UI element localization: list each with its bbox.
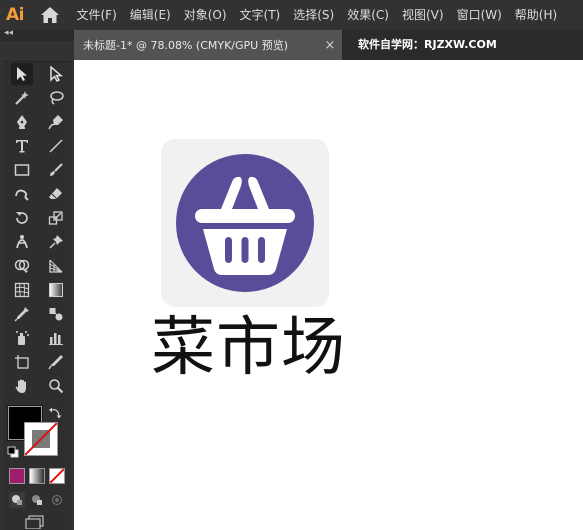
pin-tool-icon[interactable] [45,231,67,253]
tool-row [11,63,67,85]
eraser-tool-icon[interactable] [45,183,67,205]
type-tool-icon[interactable] [11,135,33,157]
rectangle-tool-icon[interactable] [11,159,33,181]
draw-inside-icon[interactable] [49,492,65,508]
perspective-grid-tool-icon[interactable] [45,255,67,277]
menu-select[interactable]: 选择(S) [287,0,341,30]
fill-stroke-control [6,404,68,462]
logo-wordmark[interactable]: 菜市场 [151,308,346,388]
menu-file[interactable]: 文件(F) [70,0,123,30]
tool-row [11,135,67,157]
menu-list: 文件(F) 编辑(E) 对象(O) 文字(T) 选择(S) 效果(C) 视图(V… [70,0,564,30]
tool-row [11,159,67,181]
screen-mode-icon[interactable] [25,515,45,530]
artboard-tool-icon[interactable] [11,351,33,373]
tools-panel [0,41,74,530]
tool-row [11,351,67,373]
menu-edit[interactable]: 编辑(E) [123,0,177,30]
eyedropper-tool-icon[interactable] [11,303,33,325]
app-logo: Ai [0,0,30,30]
tool-row [11,255,67,277]
artboard-canvas[interactable]: 菜市场 [74,60,583,530]
menu-effect[interactable]: 效果(C) [341,0,396,30]
app-logo-text: Ai [6,5,24,25]
tool-row [11,327,67,349]
paintbrush-tool-icon[interactable] [45,159,67,181]
mesh-tool-icon[interactable] [11,279,33,301]
document-tab-bar: 未标题-1* @ 78.08% (CMYK/GPU 预览) × 软件自学网：RJ… [74,30,583,60]
shaper-tool-icon[interactable] [11,183,33,205]
slice-tool-icon[interactable] [45,351,67,373]
color-mode-row [9,468,65,484]
shopping-basket-icon [176,154,314,292]
pen-tool-icon[interactable] [11,111,33,133]
home-icon[interactable] [30,0,70,30]
default-fill-stroke-icon[interactable] [7,446,19,458]
document-tab[interactable]: 未标题-1* @ 78.08% (CMYK/GPU 预览) × [74,30,342,60]
tool-row [11,303,67,325]
draw-behind-icon[interactable] [29,492,45,508]
swap-fill-stroke-icon[interactable] [48,406,62,420]
collapse-panel-icon[interactable]: ◂◂ [4,28,13,38]
zoom-tool-icon[interactable] [45,375,67,397]
tool-row [11,375,67,397]
draw-mode-row [9,492,65,508]
lasso-tool-icon[interactable] [45,87,67,109]
stroke-swatch[interactable] [24,422,58,456]
curvature-tool-icon[interactable] [45,111,67,133]
tool-row [11,231,67,253]
scale-tool-icon[interactable] [45,207,67,229]
puppet-warp-tool-icon[interactable] [11,231,33,253]
hand-tool-icon[interactable] [11,375,33,397]
tool-row [11,183,67,205]
gradient-tool-icon[interactable] [45,279,67,301]
magic-wand-tool-icon[interactable] [11,87,33,109]
close-tab-icon[interactable]: × [318,38,342,53]
menu-help[interactable]: 帮助(H) [508,0,563,30]
line-segment-tool-icon[interactable] [45,135,67,157]
tool-row [11,207,67,229]
gradient-mode-icon[interactable] [29,468,45,484]
tool-row [11,111,67,133]
column-graph-tool-icon[interactable] [45,327,67,349]
menu-bar: Ai 文件(F) 编辑(E) 对象(O) 文字(T) 选择(S) 效果(C) 视… [0,0,583,30]
tool-row [11,87,67,109]
tools-panel-body [3,61,71,530]
shape-builder-tool-icon[interactable] [11,255,33,277]
none-mode-icon[interactable] [49,468,65,484]
menu-view[interactable]: 视图(V) [395,0,450,30]
rotate-tool-icon[interactable] [11,207,33,229]
app-icon-artwork[interactable] [161,139,329,307]
menu-type[interactable]: 文字(T) [233,0,287,30]
draw-normal-icon[interactable] [9,492,25,508]
document-tab-title: 未标题-1* @ 78.08% (CMYK/GPU 预览) [83,39,288,52]
menu-object[interactable]: 对象(O) [177,0,233,30]
toolbar-header: ◂◂ [0,28,74,41]
selection-tool-icon[interactable] [11,63,33,85]
menu-window[interactable]: 窗口(W) [450,0,508,30]
watermark-text: 软件自学网：RJZXW.COM [358,38,497,51]
symbol-sprayer-tool-icon[interactable] [11,327,33,349]
tool-row [11,279,67,301]
blend-tool-icon[interactable] [45,303,67,325]
color-mode-icon[interactable] [9,468,25,484]
direct-selection-tool-icon[interactable] [45,63,67,85]
